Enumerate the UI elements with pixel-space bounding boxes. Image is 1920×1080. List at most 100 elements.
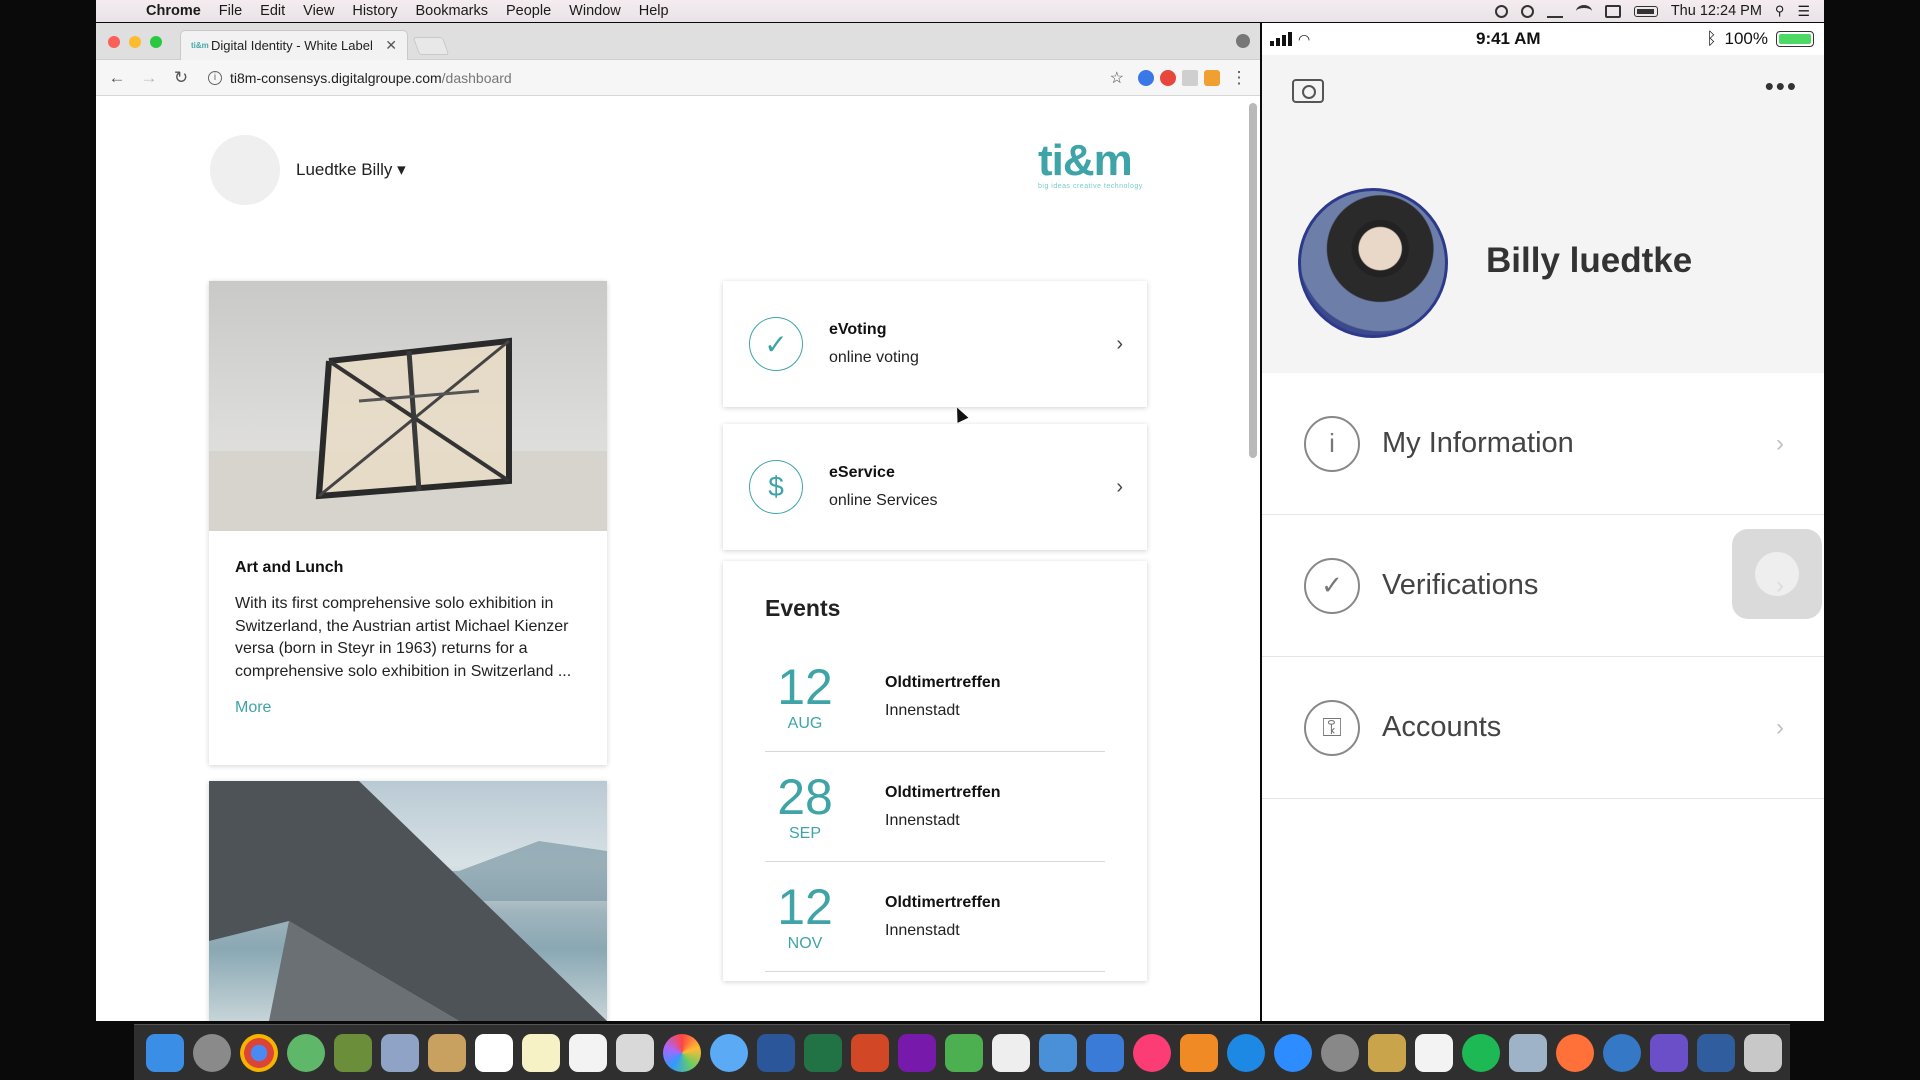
menu-file[interactable]: File: [210, 3, 251, 19]
atom-icon[interactable]: [287, 1033, 325, 1072]
menu-edit[interactable]: Edit: [251, 3, 294, 19]
eservice-text: eService online Services: [829, 464, 1116, 510]
contacts-icon[interactable]: [428, 1033, 466, 1072]
check-icon: ✓: [1304, 557, 1360, 614]
page-scrollbar[interactable]: [1249, 103, 1257, 458]
event-date: 12 AUG: [765, 661, 845, 733]
extension-icon-grey[interactable]: [1182, 69, 1198, 86]
powerpoint-icon[interactable]: [851, 1033, 889, 1072]
firefox-icon[interactable]: [1556, 1033, 1594, 1072]
user-name-dropdown[interactable]: Luedtke Billy ▾: [296, 160, 406, 180]
onenote-icon[interactable]: [898, 1033, 936, 1072]
menubar-clock[interactable]: Thu 12:24 PM: [1671, 3, 1762, 19]
numbers-icon[interactable]: [1039, 1033, 1077, 1072]
menu-accounts[interactable]: ⚿ Accounts ›: [1262, 657, 1824, 799]
word-icon[interactable]: [757, 1033, 795, 1072]
site-info-icon[interactable]: i: [208, 70, 222, 85]
record-icon[interactable]: [1494, 4, 1508, 18]
new-tab-button[interactable]: [412, 37, 450, 55]
glasses-icon[interactable]: [1546, 5, 1563, 18]
event-item[interactable]: 28 SEP Oldtimertreffen Innenstadt: [765, 752, 1105, 862]
photos-icon[interactable]: [663, 1033, 701, 1072]
skype-icon[interactable]: [1415, 1033, 1453, 1072]
reminders-icon[interactable]: [569, 1033, 607, 1072]
event-item[interactable]: 12 AUG Oldtimertreffen Innenstadt: [765, 642, 1105, 752]
evoting-card[interactable]: ✓ eVoting online voting ›: [723, 281, 1147, 407]
bookmark-star-icon[interactable]: ☆: [1110, 68, 1124, 88]
facetime-icon[interactable]: [945, 1033, 983, 1072]
messages-icon[interactable]: [710, 1033, 748, 1072]
extension-icon-opera[interactable]: [1160, 69, 1176, 86]
dock-app-icon[interactable]: [992, 1033, 1030, 1072]
menu-help[interactable]: Help: [630, 3, 678, 19]
menu-label: Accounts: [1382, 711, 1502, 743]
calendar-icon[interactable]: [475, 1033, 513, 1072]
info-icon: i: [1304, 415, 1360, 472]
chrome-menu-icon[interactable]: ⋮: [1226, 68, 1252, 88]
menu-history[interactable]: History: [343, 3, 406, 19]
app-store-icon[interactable]: [1227, 1033, 1265, 1072]
camera-icon[interactable]: [1292, 79, 1324, 103]
browser-toolbar: ← → ↻ i ti8m-consensys.digitalgroupe.com…: [96, 60, 1260, 96]
reload-icon[interactable]: ↻: [168, 68, 194, 88]
dock-app-icon[interactable]: [334, 1033, 372, 1072]
dollar-icon: $: [749, 460, 803, 514]
tab-favicon: ti&m: [191, 41, 209, 50]
menu-people[interactable]: People: [497, 3, 560, 19]
article-more-link[interactable]: More: [235, 699, 581, 717]
menu-my-information[interactable]: i My Information ›: [1262, 373, 1824, 515]
imovie-icon[interactable]: [1650, 1033, 1688, 1072]
extension-icon-blue[interactable]: [1138, 69, 1154, 86]
cellular-signal-icon: [1270, 32, 1292, 46]
spotlight-icon[interactable]: ⚲: [1775, 3, 1785, 19]
chrome-icon[interactable]: [240, 1033, 278, 1072]
event-item[interactable]: 12 NOV Oldtimertreffen Innenstadt: [765, 862, 1105, 972]
finder-icon[interactable]: [146, 1033, 184, 1072]
eservice-card[interactable]: $ eService online Services ›: [723, 424, 1147, 550]
more-options-icon[interactable]: •••: [1765, 73, 1798, 99]
battery-icon[interactable]: [1633, 5, 1658, 17]
forward-arrow-icon[interactable]: →: [136, 68, 162, 88]
phone-status-bar: ◠ 9:41 AM ᛒ 100%: [1262, 23, 1824, 55]
minimize-window-button[interactable]: [129, 36, 141, 48]
menu-bookmarks[interactable]: Bookmarks: [406, 3, 497, 19]
event-name: Oldtimertreffen: [885, 783, 1001, 801]
excel-icon[interactable]: [804, 1033, 842, 1072]
metamask-icon[interactable]: [1204, 69, 1220, 86]
dock-app-icon[interactable]: [1509, 1033, 1547, 1072]
itunes-icon[interactable]: [1133, 1033, 1171, 1072]
notification-center-icon[interactable]: ☰: [1797, 3, 1810, 20]
chevron-right-icon: ›: [1116, 332, 1123, 355]
profile-icon[interactable]: [1236, 34, 1250, 48]
address-bar[interactable]: i ti8m-consensys.digitalgroupe.com/dashb…: [200, 65, 1132, 91]
system-preferences-icon[interactable]: [1321, 1033, 1359, 1072]
launchpad-icon[interactable]: [193, 1033, 231, 1072]
dock-app-icon[interactable]: [1368, 1033, 1406, 1072]
dock-app-icon[interactable]: [616, 1033, 654, 1072]
airplay-icon[interactable]: [1604, 4, 1621, 18]
spotify-icon[interactable]: [1462, 1033, 1500, 1072]
menu-app-name[interactable]: Chrome: [134, 3, 210, 19]
ibooks-icon[interactable]: [1180, 1033, 1218, 1072]
user-menu[interactable]: Luedtke Billy ▾: [210, 135, 406, 205]
event-date: 28 SEP: [765, 771, 845, 843]
keynote-icon[interactable]: [1086, 1033, 1124, 1072]
menu-window[interactable]: Window: [560, 3, 630, 19]
zoom-icon[interactable]: [1274, 1033, 1312, 1072]
zoom-window-button[interactable]: [150, 36, 162, 48]
dock-app-icon[interactable]: [1603, 1033, 1641, 1072]
close-tab-icon[interactable]: ✕: [385, 37, 397, 54]
downloads-folder-icon[interactable]: [1697, 1033, 1735, 1072]
notes-icon[interactable]: [522, 1033, 560, 1072]
wifi-icon[interactable]: [1575, 4, 1592, 18]
status-app-icon[interactable]: [1520, 4, 1534, 18]
preview-icon[interactable]: [381, 1033, 419, 1072]
eservice-subtitle: online Services: [829, 492, 938, 509]
back-arrow-icon[interactable]: ←: [104, 68, 130, 88]
close-window-button[interactable]: [108, 36, 120, 48]
trash-icon[interactable]: [1744, 1033, 1782, 1072]
browser-tab[interactable]: ti&m Digital Identity - White Label ✕: [180, 30, 408, 60]
menu-view[interactable]: View: [294, 3, 343, 19]
event-day: 28: [777, 768, 833, 825]
menu-verifications[interactable]: ✓ Verifications ›: [1262, 515, 1824, 657]
